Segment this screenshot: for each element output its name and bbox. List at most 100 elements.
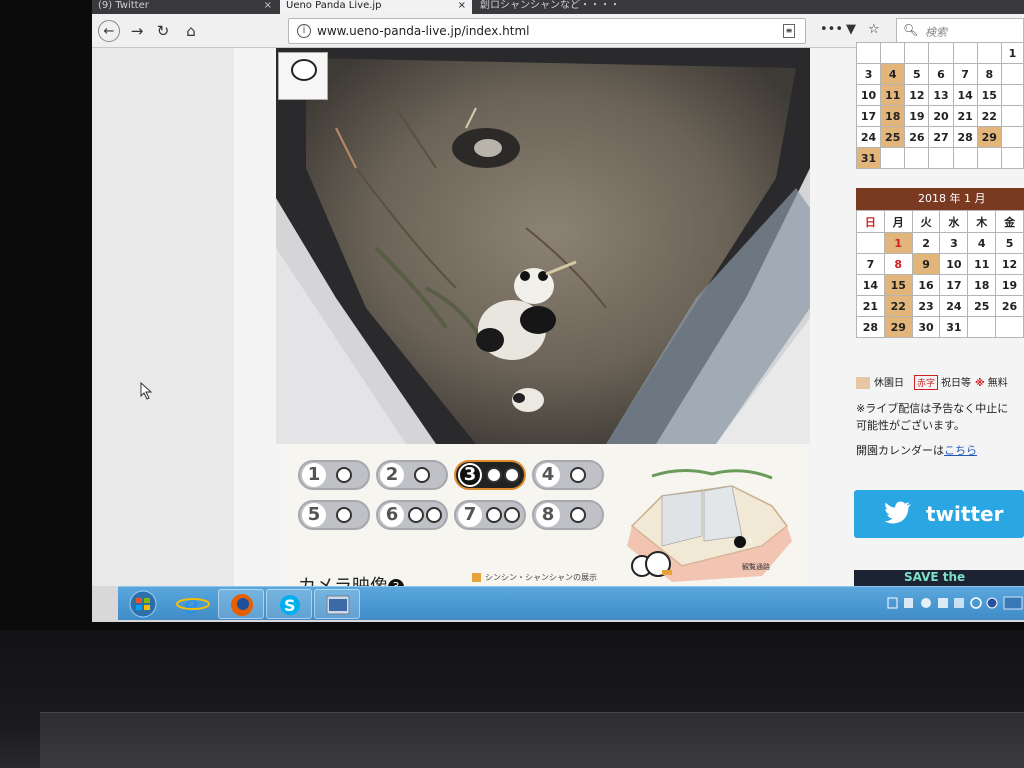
calendar-day: 9 [911,253,941,275]
laptop-screen: (9) Twitter × Ueno Panda Live.jp × 創ロシャン… [92,0,1024,622]
internet-explorer-icon[interactable]: e [170,589,216,619]
calendar-empty-cell [976,147,1002,169]
firefox-logo-icon [231,594,253,616]
camera-button-5[interactable]: 5 [298,500,370,530]
calendar-day: 7 [952,63,978,85]
close-icon[interactable]: × [264,0,272,12]
back-icon[interactable]: ← [98,20,120,42]
weekday-row: 日月火水木金 [856,210,1024,233]
reload-icon[interactable]: ↻ [152,20,174,42]
calendar-day: 17 [855,105,882,127]
calendar-day: 31 [855,147,882,169]
calendar-day: 3 [855,63,882,85]
bookmark-star-icon[interactable]: ☆ [868,22,880,37]
calendar-day: 1 [883,232,913,254]
camera-number: 4 [536,463,560,487]
tab-ueno-panda[interactable]: Ueno Panda Live.jp × [280,0,472,14]
calendar-day: 15 [883,274,913,296]
save-banner[interactable]: SAVE the [854,570,1024,586]
tab-news[interactable]: 創ロシャンシャンなど・・・・ [474,0,644,14]
calendar-day: 17 [939,274,969,296]
camera-button-1[interactable]: 1 [298,460,370,490]
enclosure-map: 3 観覧通路 [622,466,802,584]
calendar-day: 6 [928,63,954,85]
calendar-day: 10 [939,253,969,275]
web-page: 1 2 3 4 5 6 7 8 3 観覧通路 シンシン・シャンシャンの展示 1 … [92,42,1024,597]
calendar-week: 12345 [856,232,1024,254]
camera-button-6[interactable]: 6 [376,500,448,530]
calendar-week: 7 8 9 10 11 12 [856,253,1024,275]
panda-icon [336,467,352,483]
forward-icon[interactable]: → [126,20,148,42]
zoo-logo [278,52,328,100]
panda-icon [570,467,586,483]
calendar-day: 18 [880,105,906,127]
calendar-link[interactable]: こちら [944,444,977,457]
url-bar[interactable]: i www.ueno-panda-live.jp/index.html ≡ [288,18,806,44]
calendar-empty-cell [1000,126,1024,148]
camera-button-4[interactable]: 4 [532,460,604,490]
tab-label: (9) Twitter [98,0,149,11]
skype-icon[interactable]: S [266,589,312,619]
start-button[interactable] [120,589,166,619]
camera-button-2[interactable]: 2 [376,460,448,490]
keyboard-edge [40,712,1024,768]
windows-taskbar: e S [118,586,1024,620]
calendar-empty-cell [928,42,954,64]
firefox-icon[interactable] [218,589,264,619]
reader-icon[interactable]: ≡ [783,24,795,38]
tab-label: 創ロシャンシャンなど・・・・ [480,0,620,11]
calendar-day: 10 [855,84,882,106]
weekday-header: 金 [995,210,1024,233]
calendar-day: 4 [967,232,997,254]
map-marker: 3 [748,538,752,545]
menu-dots-icon[interactable]: ••• [820,22,843,37]
calendar-day: 11 [880,84,906,106]
calendar-day: 19 [904,105,930,127]
calendar-day: 2 [911,232,941,254]
camera-button-3[interactable]: 3 [454,460,526,490]
tab-label: Ueno Panda Live.jp [286,0,382,11]
calendar-day: 14 [952,84,978,106]
camera-button-8[interactable]: 8 [532,500,604,530]
search-input[interactable]: 🔍︎ 検索 [896,18,1024,44]
calendar-day: 22 [883,295,913,317]
legend-text: シンシン・シャンシャンの展示 [485,573,597,582]
svg-text:S: S [284,596,296,615]
calendar-empty-cell [856,232,885,254]
calendar-legend: 休園日 赤字 祝日等 ※ 無料 [856,374,1008,390]
camera-image [276,48,810,444]
camera-button-7[interactable]: 7 [454,500,526,530]
camera-selector-panel: 1 2 3 4 5 6 7 8 3 観覧通路 シンシン・シャンシャンの展示 [286,444,808,597]
home-icon[interactable]: ⌂ [180,20,202,42]
pocket-icon[interactable]: ▼ [846,22,856,37]
calendar-day: 19 [995,274,1024,296]
calendar-day: 3 [939,232,969,254]
calendar-week: 14 15 16 17 18 19 [856,274,1024,296]
calendar-day: 20 [928,105,954,127]
calendar-day: 29 [883,316,913,338]
live-camera-feed[interactable] [276,48,810,444]
close-icon[interactable]: × [458,0,466,12]
calendar-day: 18 [967,274,997,296]
camera-number: 7 [458,503,482,527]
camera-number: 3 [458,463,482,487]
calendar-day: 21 [856,295,885,317]
map-label: 観覧通路 [742,563,770,571]
info-icon[interactable]: i [297,24,311,38]
legend-closed-swatch [856,377,870,389]
legend-holiday: 祝日等 [941,378,972,389]
calendar-link-row: 開園カレンダーはこちら [856,442,977,458]
tab-twitter[interactable]: (9) Twitter × [92,0,278,14]
url-text: www.ueno-panda-live.jp/index.html [317,24,530,38]
page-margin [92,48,234,586]
twitter-button[interactable]: twitter [854,490,1024,538]
calendar-week: 31 [855,147,1024,169]
app-window-icon[interactable] [314,589,360,619]
calendar-empty-cell [928,147,954,169]
calendar-week: 1 [855,42,1024,64]
calendar-day: 26 [904,126,930,148]
panda-icon [336,507,352,523]
calendar-day: 5 [904,63,930,85]
exhibit-legend: シンシン・シャンシャンの展示 [472,572,597,583]
